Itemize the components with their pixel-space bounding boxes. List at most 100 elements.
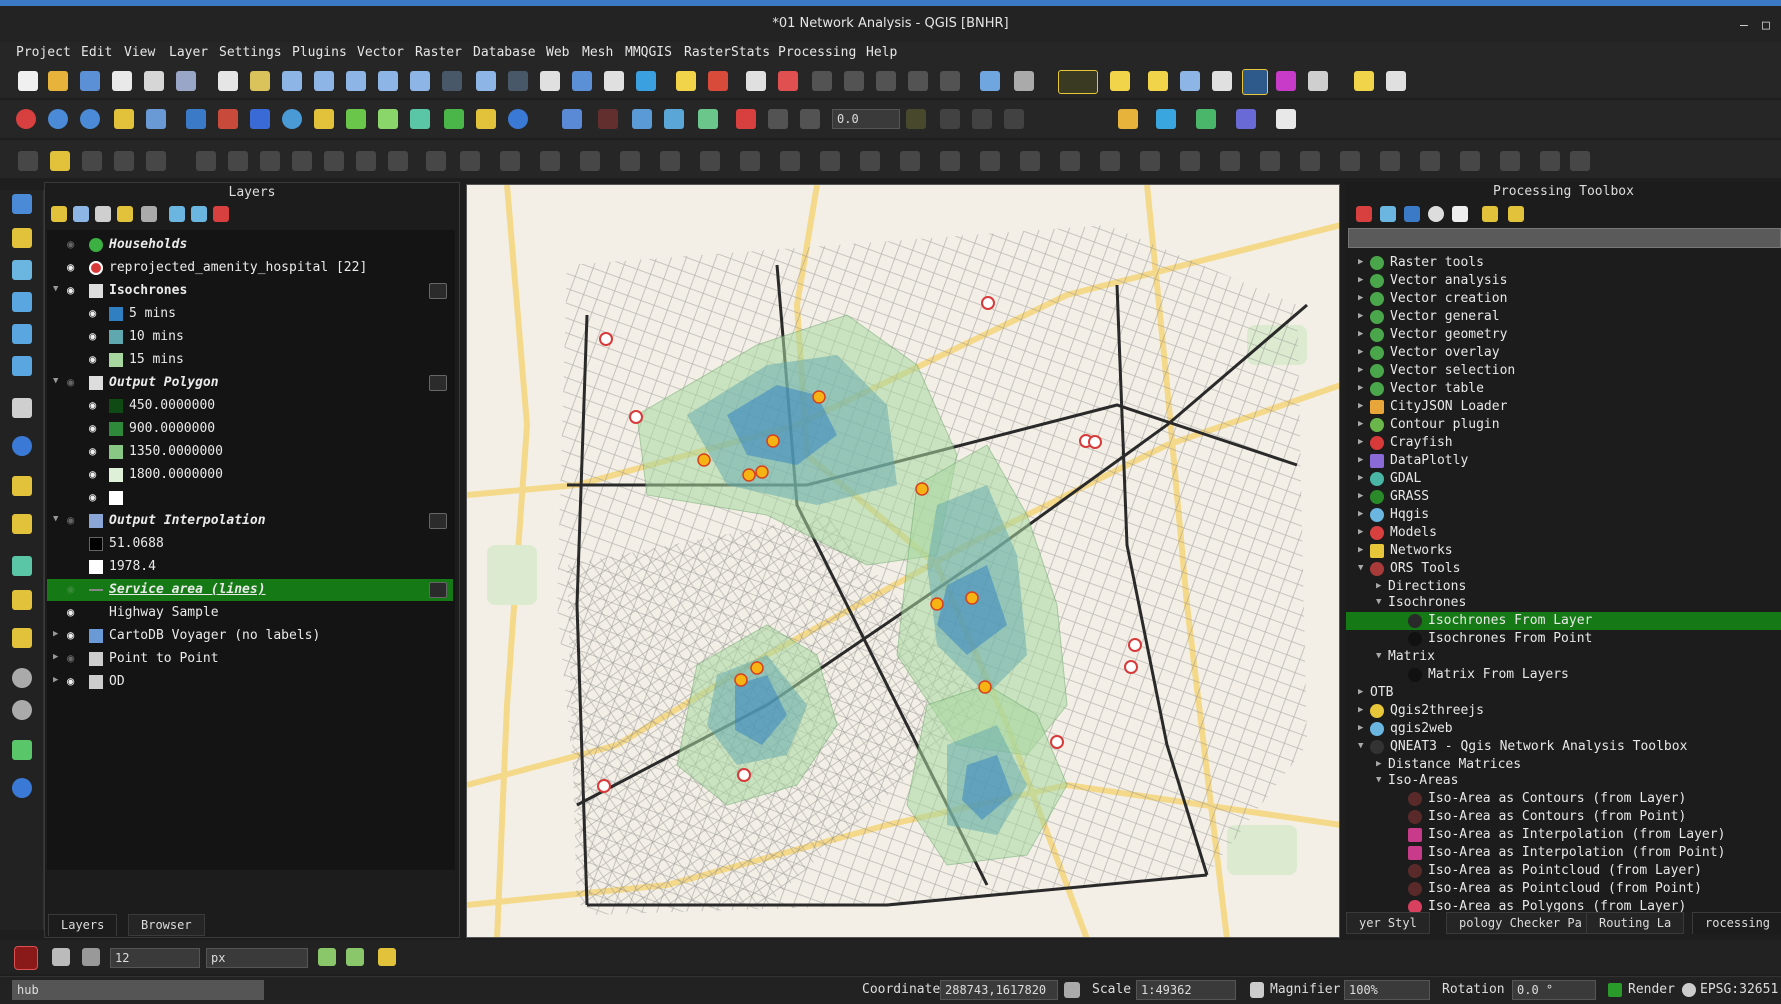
data-source-manager-icon[interactable] bbox=[12, 194, 32, 214]
calc-icon[interactable] bbox=[12, 590, 32, 610]
toolbox-group[interactable]: ▶ CityJSON Loader bbox=[1346, 398, 1781, 416]
snap-intersection-icon[interactable] bbox=[346, 948, 364, 966]
toolbox-group[interactable]: ▶ Crayfish bbox=[1346, 434, 1781, 452]
layer-item-cartodb[interactable]: ▶ ◉ CartoDB Voyager (no labels) bbox=[47, 625, 453, 647]
toolbox-group[interactable]: ▶ GDAL bbox=[1346, 470, 1781, 488]
toolbox-subgroup[interactable]: ▼ Iso-Areas bbox=[1346, 772, 1781, 790]
add-raster-icon[interactable] bbox=[12, 324, 32, 344]
merge-features-icon[interactable] bbox=[820, 151, 840, 171]
visibility-icon[interactable]: ◉ bbox=[67, 629, 81, 641]
toolbox-search-input[interactable] bbox=[1348, 228, 1781, 248]
label-rotate-icon[interactable] bbox=[844, 71, 864, 91]
toolbox-group[interactable]: ▶ DataPlotly bbox=[1346, 452, 1781, 470]
scale-combobox[interactable]: 1:49362 bbox=[1136, 980, 1236, 1000]
python-script-icon[interactable] bbox=[1404, 206, 1420, 222]
minimize-button[interactable]: – bbox=[1740, 18, 1748, 33]
toolbox-algorithm[interactable]: Iso-Area as Contours (from Point) bbox=[1346, 808, 1781, 826]
menu-mmqgis[interactable]: MMQGIS bbox=[625, 45, 672, 60]
map-tips-icon[interactable] bbox=[1354, 71, 1374, 91]
move-feature-icon[interactable] bbox=[1060, 151, 1080, 171]
reverse-line-icon[interactable] bbox=[1020, 151, 1040, 171]
rotation-spinbox[interactable]: 0.0 ° bbox=[1512, 980, 1596, 1000]
paste-features-icon[interactable] bbox=[324, 151, 344, 171]
cut-features-icon[interactable] bbox=[260, 151, 280, 171]
info-icon[interactable] bbox=[562, 109, 582, 129]
legend-item-blank[interactable]: ◉ bbox=[47, 487, 453, 509]
save-edits-icon[interactable] bbox=[82, 151, 102, 171]
menu-project[interactable]: Project bbox=[16, 45, 71, 60]
label-toolbar-icon[interactable] bbox=[676, 71, 696, 91]
layer-item-highway-sample[interactable]: ◉ Highway Sample bbox=[47, 602, 453, 624]
layer-item-output-interpolation[interactable]: ▼ ◉ Output Interpolation bbox=[47, 510, 453, 532]
collapse-arrow-icon[interactable]: ▼ bbox=[53, 284, 58, 294]
results-icon[interactable] bbox=[1452, 206, 1468, 222]
visibility-icon[interactable]: ◉ bbox=[89, 330, 103, 342]
toolbox-group[interactable]: ▶ Vector geometry bbox=[1346, 326, 1781, 344]
layer-item-od[interactable]: ▶ ◉ OD bbox=[47, 671, 453, 693]
layer-badge-icon[interactable] bbox=[429, 283, 447, 299]
label-unpin-icon[interactable] bbox=[940, 71, 960, 91]
visibility-icon[interactable]: ◉ bbox=[67, 376, 81, 388]
topological-editing-icon[interactable] bbox=[318, 948, 336, 966]
self-snapping-icon[interactable] bbox=[378, 948, 396, 966]
visibility-icon[interactable]: ◉ bbox=[89, 491, 103, 503]
deselect-icon[interactable] bbox=[1148, 71, 1168, 91]
digitize-curve-icon[interactable] bbox=[426, 151, 446, 171]
expand-arrow-icon[interactable]: ▶ bbox=[53, 652, 58, 662]
toolbox-group[interactable]: ▶ Vector general bbox=[1346, 308, 1781, 326]
tracing-icon[interactable] bbox=[1260, 151, 1280, 171]
layer-badge-icon[interactable] bbox=[429, 513, 447, 529]
toolbox-group[interactable]: ▶ Models bbox=[1346, 524, 1781, 542]
add-feature-icon[interactable] bbox=[114, 151, 134, 171]
visibility-icon[interactable]: ◉ bbox=[89, 353, 103, 365]
legend-item-900[interactable]: ◉ 900.0000000 bbox=[47, 418, 453, 440]
layer-item-hospital[interactable]: ◉ reprojected_amenity_hospital [22] bbox=[47, 257, 453, 279]
edit-features-icon[interactable] bbox=[1482, 206, 1498, 222]
toolbox-group[interactable]: ▶ Vector selection bbox=[1346, 362, 1781, 380]
identify-icon[interactable] bbox=[980, 71, 1000, 91]
zoom-full-icon[interactable] bbox=[346, 71, 366, 91]
add-part-icon[interactable] bbox=[500, 151, 520, 171]
tab-processing[interactable]: rocessing bbox=[1692, 912, 1781, 934]
locator-search-input[interactable]: hub bbox=[12, 980, 264, 1000]
pan-to-selection-icon[interactable] bbox=[250, 71, 270, 91]
new-project-icon[interactable] bbox=[18, 71, 38, 91]
toggle-editing-icon[interactable] bbox=[18, 151, 38, 171]
copy-features-icon[interactable] bbox=[292, 151, 312, 171]
toolbox-algorithm[interactable]: Iso-Area as Pointcloud (from Point) bbox=[1346, 880, 1781, 898]
menu-view[interactable]: View bbox=[124, 45, 155, 60]
coordinate-field[interactable]: 288743,1617820 bbox=[940, 980, 1058, 1000]
snap-tolerance-input[interactable]: 12 bbox=[110, 948, 200, 968]
add-database-icon[interactable] bbox=[12, 398, 32, 418]
filter-expression-icon[interactable] bbox=[141, 206, 157, 222]
toolbox-algorithm[interactable]: Matrix From Layers bbox=[1346, 666, 1781, 684]
visibility-icon[interactable]: ◉ bbox=[67, 675, 81, 687]
style-manager-icon[interactable] bbox=[176, 71, 196, 91]
shape-icon[interactable] bbox=[1300, 151, 1320, 171]
legend-item-450[interactable]: ◉ 450.0000000 bbox=[47, 395, 453, 417]
visibility-icon[interactable]: ◉ bbox=[67, 514, 81, 526]
layer-item-service-area[interactable]: ◉ Service area (lines) bbox=[47, 579, 453, 601]
visibility-icon[interactable]: ◉ bbox=[67, 238, 81, 250]
georeferencer-icon[interactable] bbox=[114, 109, 134, 129]
zoom-next-icon[interactable] bbox=[508, 71, 528, 91]
rd-icon[interactable] bbox=[800, 109, 820, 129]
menu-mesh[interactable]: Mesh bbox=[582, 45, 613, 60]
collapse-arrow-icon[interactable]: ▼ bbox=[53, 376, 58, 386]
zoom-native-icon[interactable] bbox=[442, 71, 462, 91]
arc-icon[interactable] bbox=[1500, 151, 1520, 171]
menu-settings[interactable]: Settings bbox=[219, 45, 282, 60]
ro-icon[interactable] bbox=[768, 109, 788, 129]
new-map-view-icon[interactable] bbox=[540, 71, 560, 91]
visibility-icon[interactable]: ◉ bbox=[89, 307, 103, 319]
add-feature-layer-icon[interactable] bbox=[12, 740, 32, 760]
add-delimited-icon[interactable] bbox=[12, 476, 32, 496]
split-parts-icon[interactable] bbox=[780, 151, 800, 171]
render-checkbox[interactable] bbox=[1608, 983, 1622, 997]
legend-item-1800[interactable]: ◉ 1800.0000000 bbox=[47, 464, 453, 486]
add-point-icon[interactable] bbox=[12, 260, 32, 280]
visibility-icon[interactable]: ◉ bbox=[67, 261, 81, 273]
text-annotation-icon[interactable] bbox=[1386, 71, 1406, 91]
layout-manager-icon[interactable] bbox=[144, 71, 164, 91]
visibility-icon[interactable]: ◉ bbox=[67, 284, 81, 296]
